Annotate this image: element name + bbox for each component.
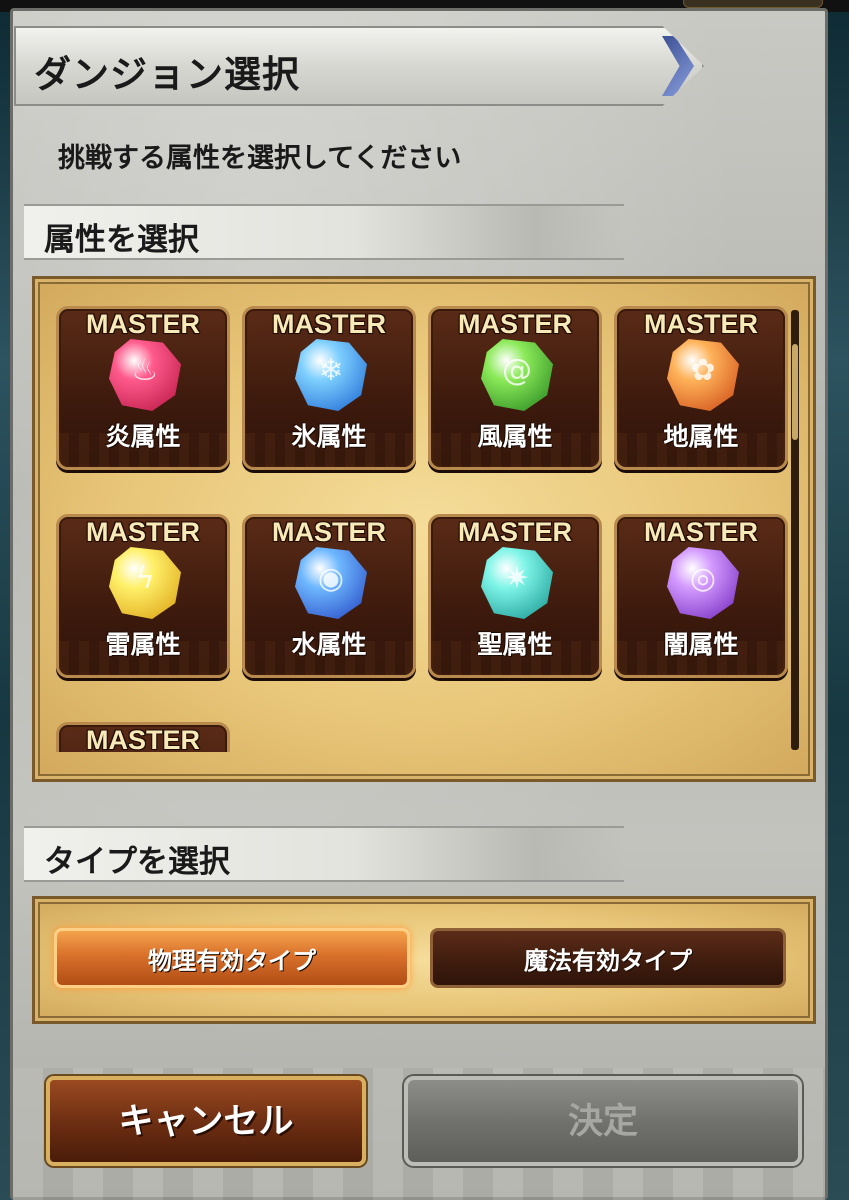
page-title: ダンジョン選択 (34, 53, 300, 96)
gem-glyph: ♨ (131, 353, 159, 388)
decide-button[interactable]: 決定 (404, 1076, 802, 1166)
magic-type-button[interactable]: 魔法有効タイプ (430, 928, 786, 988)
attribute-card-partial[interactable]: MASTER (56, 722, 230, 752)
gem-glyph: ϟ (135, 561, 155, 596)
gem-glyph: @ (502, 353, 532, 388)
master-badge: MASTER (86, 517, 200, 547)
attribute-card[interactable]: MASTER ✷ 聖属性 (428, 514, 602, 678)
gem-glyph: ✷ (504, 561, 530, 596)
attribute-card[interactable]: MASTER ϟ 雷属性 (56, 514, 230, 678)
master-badge: MASTER (272, 517, 386, 547)
instruction-text: 挑戦する属性を選択してください (58, 143, 462, 174)
attribute-card[interactable]: MASTER ❄ 氷属性 (242, 306, 416, 470)
attribute-label: 闇属性 (663, 630, 739, 659)
attribute-card[interactable]: MASTER @ 風属性 (428, 306, 602, 470)
master-badge: MASTER (86, 309, 200, 339)
attribute-label: 雷属性 (105, 630, 181, 659)
gem-glyph: ◉ (317, 561, 345, 596)
gem-glyph: ◎ (689, 561, 717, 596)
attribute-section-title: 属性を選択 (44, 222, 199, 258)
gem-glyph: ✿ (690, 353, 716, 388)
attribute-label: 風属性 (477, 422, 553, 451)
attribute-scrollbar-thumb[interactable] (792, 344, 798, 440)
attribute-card[interactable]: MASTER ◎ 闇属性 (614, 514, 788, 678)
currency-display (683, 0, 823, 8)
master-badge: MASTER (644, 309, 758, 339)
attribute-label: 氷属性 (291, 422, 367, 451)
master-badge: MASTER (458, 517, 572, 547)
attribute-grid: MASTER ♨ 炎属性 MASTER ❄ 氷属性 MASTER @ 風属性 MASTER ✿ 地属性… (56, 306, 796, 752)
physical-type-button[interactable]: 物理有効タイプ (54, 928, 410, 988)
master-badge: MASTER (86, 725, 200, 752)
background-right (825, 0, 849, 1200)
gem-glyph: ❄ (318, 353, 344, 388)
master-badge: MASTER (458, 309, 572, 339)
master-badge: MASTER (644, 517, 758, 547)
type-section-header: タイプを選択 (24, 826, 624, 882)
attribute-card[interactable]: MASTER ✿ 地属性 (614, 306, 788, 470)
attribute-label: 炎属性 (105, 422, 181, 451)
attribute-card[interactable]: MASTER ◉ 水属性 (242, 514, 416, 678)
attribute-scrollbar[interactable] (791, 310, 799, 750)
type-section-title: タイプを選択 (44, 844, 230, 880)
attribute-card[interactable]: MASTER ♨ 炎属性 (56, 306, 230, 470)
cancel-button[interactable]: キャンセル (46, 1076, 366, 1166)
attribute-label: 水属性 (291, 630, 367, 659)
attribute-label: 聖属性 (477, 630, 553, 659)
attribute-section-header: 属性を選択 (24, 204, 624, 260)
attribute-label: 地属性 (663, 422, 739, 451)
master-badge: MASTER (272, 309, 386, 339)
